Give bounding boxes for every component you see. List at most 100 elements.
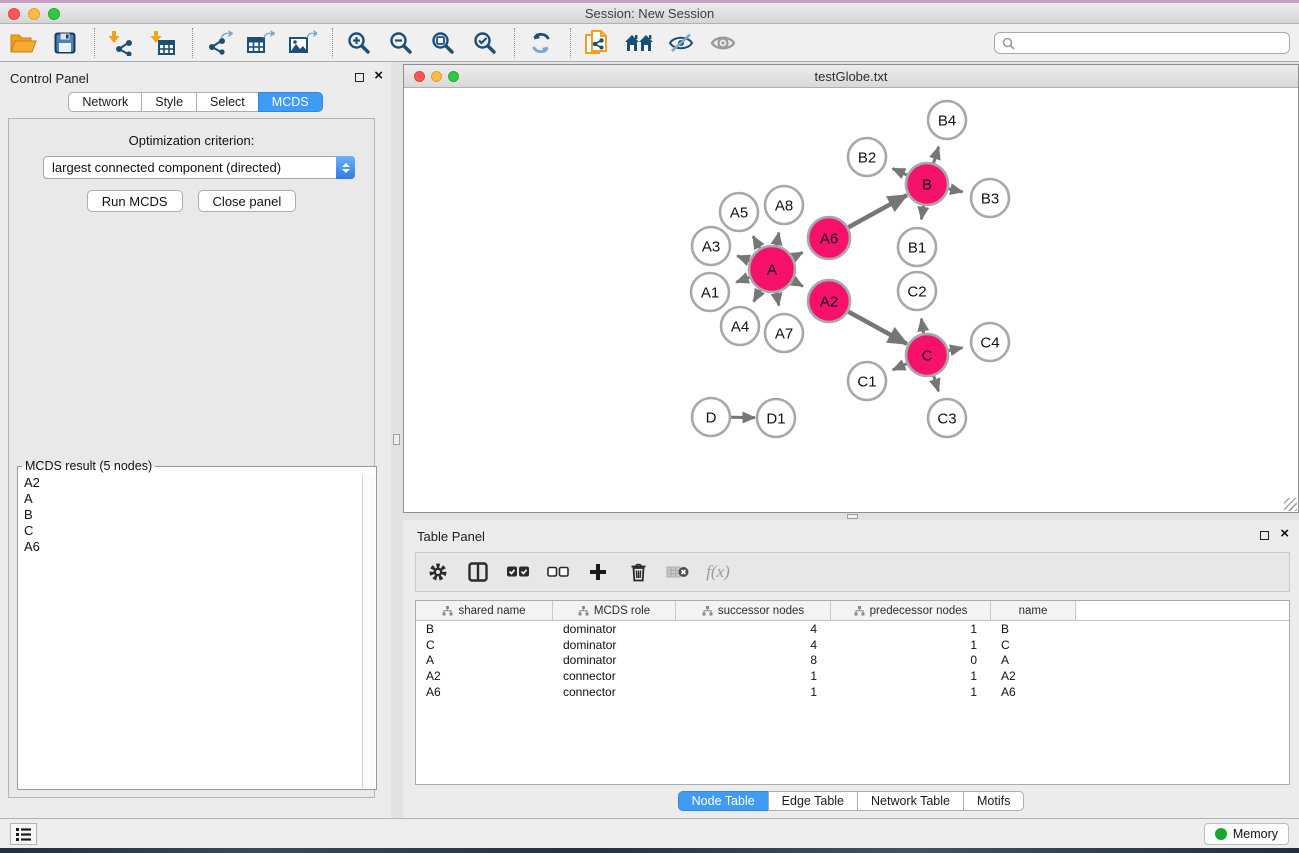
splitter-handle[interactable] bbox=[847, 514, 858, 519]
criterion-select[interactable]: largest connected component (directed) bbox=[43, 156, 355, 179]
graph-node-B4[interactable]: B4 bbox=[928, 101, 966, 139]
zoom-window-button[interactable] bbox=[48, 8, 60, 20]
close-network-button[interactable] bbox=[414, 71, 425, 82]
graph-node-A6[interactable]: A6 bbox=[808, 217, 850, 259]
graph-node-A2[interactable]: A2 bbox=[808, 280, 850, 322]
edge-B-B3[interactable] bbox=[948, 189, 962, 192]
result-scrollbar[interactable] bbox=[362, 475, 375, 788]
column-header-name[interactable]: name bbox=[991, 601, 1076, 620]
edge-A2-C[interactable] bbox=[848, 312, 907, 344]
edge-A-A7[interactable] bbox=[776, 293, 778, 306]
edge-A-A2[interactable] bbox=[793, 281, 803, 287]
network-window-titlebar[interactable]: testGlobe.txt bbox=[404, 65, 1298, 88]
edge-C-C4[interactable] bbox=[949, 348, 963, 351]
graph-node-A5[interactable]: A5 bbox=[720, 193, 758, 231]
tab-select[interactable]: Select bbox=[196, 92, 259, 112]
edge-A-A6[interactable] bbox=[793, 252, 803, 257]
table-tab-node-table[interactable]: Node Table bbox=[678, 791, 769, 811]
add-icon[interactable] bbox=[586, 560, 610, 584]
graph-node-C4[interactable]: C4 bbox=[971, 323, 1009, 361]
float-panel-icon[interactable] bbox=[355, 73, 364, 82]
splitter-handle[interactable] bbox=[393, 434, 400, 445]
edge-A-A5[interactable] bbox=[753, 236, 760, 248]
trash-icon[interactable] bbox=[626, 560, 650, 584]
result-item[interactable]: A6 bbox=[19, 539, 362, 555]
open-folder-icon[interactable] bbox=[8, 28, 38, 58]
result-item[interactable]: B bbox=[19, 507, 362, 523]
result-item[interactable]: A bbox=[19, 491, 362, 507]
graph-node-A[interactable]: A bbox=[749, 246, 795, 292]
memory-button[interactable]: Memory bbox=[1204, 823, 1289, 845]
edge-C-C3[interactable] bbox=[934, 376, 939, 391]
edge-C-C2[interactable] bbox=[921, 319, 923, 334]
zoom-out-icon[interactable] bbox=[386, 28, 416, 58]
zoom-fit-icon[interactable] bbox=[428, 28, 458, 58]
graph-node-A1[interactable]: A1 bbox=[691, 273, 729, 311]
close-panel-button[interactable]: Close panel bbox=[198, 190, 297, 212]
search-input[interactable] bbox=[1020, 34, 1289, 52]
zoom-selected-icon[interactable] bbox=[470, 28, 500, 58]
run-mcds-button[interactable]: Run MCDS bbox=[87, 190, 183, 212]
column-header-shared-name[interactable]: shared name bbox=[416, 601, 553, 620]
graph-node-B1[interactable]: B1 bbox=[898, 228, 936, 266]
zoom-network-button[interactable] bbox=[448, 71, 459, 82]
table-tab-motifs[interactable]: Motifs bbox=[963, 791, 1024, 811]
close-panel-icon[interactable]: × bbox=[1280, 525, 1289, 543]
graph-node-B[interactable]: B bbox=[906, 163, 948, 205]
table-tab-network-table[interactable]: Network Table bbox=[857, 791, 964, 811]
float-panel-icon[interactable] bbox=[1260, 531, 1269, 540]
graph-node-C[interactable]: C bbox=[906, 334, 948, 376]
panel-splitter-vertical[interactable] bbox=[391, 62, 403, 818]
table-row[interactable]: A6connector11A6 bbox=[416, 684, 1289, 700]
close-panel-icon[interactable]: × bbox=[374, 67, 383, 85]
export-table-icon[interactable] bbox=[246, 28, 276, 58]
edge-A-A8[interactable] bbox=[776, 233, 778, 246]
graph-node-D1[interactable]: D1 bbox=[757, 399, 795, 437]
graph-node-A4[interactable]: A4 bbox=[721, 307, 759, 345]
zoom-in-icon[interactable] bbox=[344, 28, 374, 58]
column-header-successor-nodes[interactable]: successor nodes bbox=[676, 601, 831, 620]
tab-mcds[interactable]: MCDS bbox=[258, 92, 323, 112]
table-row[interactable]: Adominator80A bbox=[416, 652, 1289, 668]
graph-node-C3[interactable]: C3 bbox=[928, 399, 966, 437]
column-header-MCDS-role[interactable]: MCDS role bbox=[553, 601, 676, 620]
search-field[interactable] bbox=[994, 32, 1290, 54]
edge-A6-B[interactable] bbox=[848, 195, 907, 227]
result-item[interactable]: A2 bbox=[19, 475, 362, 491]
graph-node-A7[interactable]: A7 bbox=[765, 314, 803, 352]
graph-node-A8[interactable]: A8 bbox=[765, 186, 803, 224]
show-panels-list-button[interactable] bbox=[10, 823, 37, 845]
column-header-predecessor-nodes[interactable]: predecessor nodes bbox=[831, 601, 991, 620]
graph-node-C1[interactable]: C1 bbox=[848, 362, 886, 400]
split-columns-icon[interactable] bbox=[466, 560, 490, 584]
duplicate-network-icon[interactable] bbox=[582, 28, 612, 58]
import-network-icon[interactable] bbox=[106, 28, 136, 58]
import-table-icon[interactable] bbox=[148, 28, 178, 58]
close-window-button[interactable] bbox=[8, 8, 20, 20]
edge-A-A4[interactable] bbox=[754, 290, 761, 302]
edge-B-B4[interactable] bbox=[934, 147, 939, 163]
export-image-icon[interactable] bbox=[288, 28, 318, 58]
export-network-icon[interactable] bbox=[204, 28, 234, 58]
settings-gear-icon[interactable] bbox=[426, 560, 450, 584]
home-icon[interactable] bbox=[624, 28, 654, 58]
node-table[interactable]: shared nameMCDS rolesuccessor nodesprede… bbox=[415, 600, 1290, 785]
birds-eye-view-icon[interactable] bbox=[708, 28, 738, 58]
network-canvas[interactable]: AA1A2A3A4A5A6A7A8BB1B2B3B4CC1C2C3C4DD1 bbox=[404, 88, 1298, 512]
hide-graphics-details-icon[interactable] bbox=[666, 28, 696, 58]
unselect-all-columns-icon[interactable] bbox=[546, 560, 570, 584]
edge-A-A1[interactable] bbox=[736, 277, 749, 282]
minimize-window-button[interactable] bbox=[28, 8, 40, 20]
save-icon[interactable] bbox=[50, 28, 80, 58]
refresh-icon[interactable] bbox=[526, 28, 556, 58]
graph-node-B2[interactable]: B2 bbox=[848, 138, 886, 176]
table-row[interactable]: A2connector11A2 bbox=[416, 668, 1289, 684]
graph-node-D[interactable]: D bbox=[692, 398, 730, 436]
table-row[interactable]: Bdominator41B bbox=[416, 621, 1289, 637]
function-builder-icon[interactable]: f(x) bbox=[706, 560, 730, 584]
mcds-result-list[interactable]: A2ABCA6 bbox=[19, 475, 362, 788]
edge-C-C1[interactable] bbox=[893, 364, 907, 370]
result-item[interactable]: C bbox=[19, 523, 362, 539]
edge-B-B2[interactable] bbox=[893, 168, 907, 174]
graph-node-A3[interactable]: A3 bbox=[692, 227, 730, 265]
